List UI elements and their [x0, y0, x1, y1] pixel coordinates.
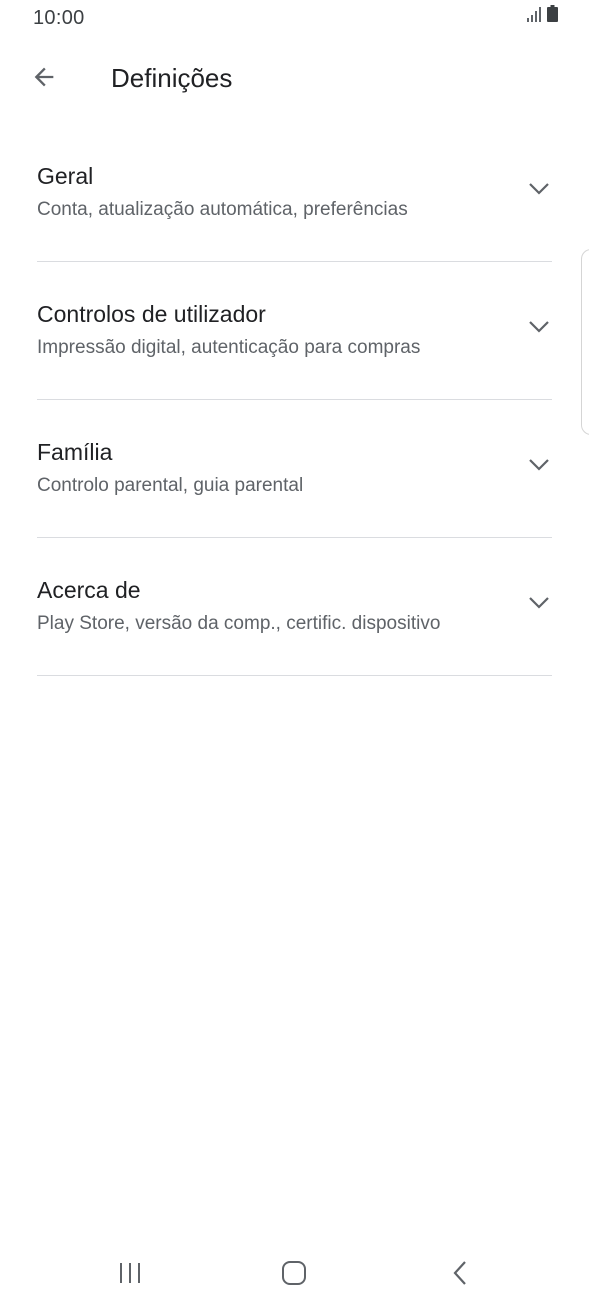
- back-button[interactable]: [22, 57, 66, 101]
- settings-item-title: Geral: [37, 163, 94, 189]
- arrow-back-icon: [30, 63, 58, 96]
- divider: [37, 674, 552, 676]
- settings-item-subtitle: Play Store, versão da comp., certific. d…: [37, 613, 441, 634]
- settings-item-about[interactable]: Acerca de Play Store, versão da comp., c…: [0, 538, 589, 676]
- settings-item-subtitle: Controlo parental, guia parental: [37, 475, 304, 496]
- home-icon: [280, 1259, 308, 1292]
- app-bar: Definições: [0, 50, 589, 110]
- settings-item-title: Família: [37, 439, 113, 465]
- navigation-bar: [0, 1238, 589, 1310]
- recent-apps-icon: [117, 1261, 143, 1290]
- status-icons: [526, 5, 558, 27]
- chevron-down-icon[interactable]: [527, 181, 551, 197]
- settings-item-subtitle: Impressão digital, autenticação para com…: [37, 337, 421, 358]
- settings-item-title: Controlos de utilizador: [37, 301, 266, 327]
- settings-item-general[interactable]: Geral Conta, atualização automática, pre…: [0, 124, 589, 262]
- chevron-down-icon[interactable]: [527, 319, 551, 335]
- status-time: 10:00: [33, 7, 85, 29]
- settings-item-subtitle: Conta, atualização automática, preferênc…: [37, 199, 408, 220]
- recent-apps-button[interactable]: [100, 1250, 160, 1300]
- page-title: Definições: [111, 63, 233, 93]
- signal-icon: [526, 6, 542, 27]
- settings-list: Geral Conta, atualização automática, pre…: [0, 124, 589, 676]
- back-icon: [450, 1259, 470, 1292]
- settings-item-user-controls[interactable]: Controlos de utilizador Impressão digita…: [0, 262, 589, 400]
- edge-panel-handle[interactable]: [581, 249, 589, 435]
- battery-icon: [547, 5, 558, 27]
- settings-item-title: Acerca de: [37, 577, 141, 603]
- nav-back-button[interactable]: [430, 1250, 490, 1300]
- status-bar: 10:00: [0, 0, 589, 38]
- chevron-down-icon[interactable]: [527, 457, 551, 473]
- settings-item-family[interactable]: Família Controlo parental, guia parental: [0, 400, 589, 538]
- chevron-down-icon[interactable]: [527, 595, 551, 611]
- home-button[interactable]: [264, 1250, 324, 1300]
